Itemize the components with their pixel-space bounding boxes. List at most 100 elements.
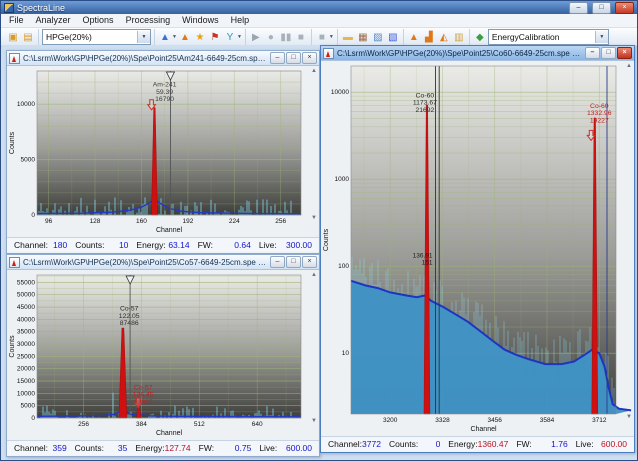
spectrum-plot-am241[interactable]: Am-24159.3916790050001000096128160192224… — [7, 66, 319, 237]
y-tick-label: 100 — [338, 263, 349, 270]
peak-edit-icon[interactable]: ◭ — [437, 30, 451, 45]
window-close-button[interactable]: × — [617, 47, 632, 59]
spectrum-plot-co57[interactable]: Co-57122.0587486Co-57136.451082505000100… — [7, 270, 319, 440]
window-titlebar[interactable]: C:\Lsrm\Work\GP\HPGe(20%)\Spe\Point25\Am… — [7, 51, 319, 66]
notebook-icon[interactable]: ▧ — [386, 30, 400, 45]
status-value: 10 — [119, 240, 128, 250]
status-field: Channel:180 — [10, 240, 71, 250]
menu-item-processing[interactable]: Processing — [120, 14, 177, 27]
peak-search-icon[interactable]: ▲ — [178, 30, 192, 45]
spectrum-window-am241: C:\Lsrm\Work\GP\HPGe(20%)\Spe\Point25\Am… — [6, 50, 320, 254]
scroll-down-arrow[interactable]: ▼ — [626, 414, 632, 420]
window-close-button[interactable]: × — [302, 256, 317, 268]
y-tick-label: 0 — [31, 415, 35, 422]
toolbar-group: ▲▼▲★⚑Y▼ — [155, 29, 246, 45]
stop-all-icon-dropdown-arrow[interactable]: ▼ — [329, 34, 334, 40]
detector-combo-value: HPGe(20%) — [46, 32, 92, 42]
window-minimize-button[interactable]: – — [585, 47, 600, 59]
window-statusbar: Channel:359Counts:35Energy:127.74FW:0.75… — [7, 440, 319, 455]
scroll-down-arrow[interactable]: ▼ — [311, 215, 317, 221]
calibration-combo-dropdown-arrow[interactable]: ▼ — [595, 31, 608, 43]
window-titlebar[interactable]: C:\Lsrm\Work\GP\HPGe(20%)\Spe\Point25\Co… — [7, 255, 319, 270]
efficiency-calibration-icon[interactable]: ▲ — [158, 30, 172, 45]
status-value: 3772 — [362, 439, 381, 449]
menu-item-options[interactable]: Options — [77, 14, 120, 27]
status-label: FW: — [198, 240, 213, 250]
y-tick-label: 5000 — [21, 403, 36, 410]
window-maximize-button[interactable]: □ — [286, 52, 301, 64]
start-acquisition-icon[interactable]: ▶ — [249, 30, 263, 45]
y-tick-label: 10000 — [331, 89, 349, 96]
status-value: 35 — [118, 443, 127, 453]
spectrum-window-co60: C:\Lsrm\Work\GP\HPGe(20%)\Spe\Point25\Co… — [320, 45, 635, 453]
app-maximize-button[interactable]: □ — [592, 2, 611, 14]
spectrum-window-icon[interactable]: ▥ — [452, 30, 466, 45]
window-cascade-icon[interactable]: ▣ — [6, 30, 20, 45]
toolbar-group: HPGe(20%) ▼ — [39, 29, 155, 45]
svg-text:Co-60: Co-60 — [416, 92, 435, 99]
status-label: Live: — [259, 443, 277, 453]
stop-acquisition-icon[interactable]: ■ — [294, 30, 308, 45]
status-field: FW:0.64 — [194, 240, 255, 250]
x-tick-label: 256 — [78, 421, 89, 428]
svg-text:Co-57: Co-57 — [120, 306, 139, 313]
y-tick-label: 55000 — [17, 279, 35, 286]
window-close-button[interactable]: × — [302, 52, 317, 64]
peak-area-icon[interactable]: ▟ — [422, 30, 436, 45]
xy-scale-icon[interactable]: Y — [223, 30, 237, 45]
nuclide-flag-icon[interactable]: ⚑ — [208, 30, 222, 45]
status-field: Live:300.00 — [255, 240, 316, 250]
y-axis-label: Counts — [323, 228, 330, 251]
spectrum-plot-co60[interactable]: 136.91151Co-601173.6721692Co-601332.9619… — [321, 61, 634, 436]
status-field: Energy:127.74 — [131, 443, 194, 453]
efficiency-calibration-icon-dropdown-arrow[interactable]: ▼ — [172, 34, 177, 40]
calibration-combo[interactable]: EnergyCalibration▼ — [488, 29, 609, 45]
status-value: 600.00 — [601, 439, 627, 449]
app-titlebar[interactable]: SpectraLine – □ × — [1, 1, 637, 14]
svg-text:1173.67: 1173.67 — [413, 100, 437, 107]
window-titlebar[interactable]: C:\Lsrm\Work\GP\HPGe(20%)\Spe\Point25\Co… — [321, 46, 634, 61]
y-tick-label: 35000 — [17, 329, 35, 336]
peak-fit-icon[interactable]: ▲ — [407, 30, 421, 45]
scroll-down-arrow[interactable]: ▼ — [311, 418, 317, 424]
y-tick-label: 40000 — [17, 316, 35, 323]
detector-combo[interactable]: HPGe(20%) ▼ — [42, 29, 151, 45]
window-minimize-button[interactable]: – — [270, 256, 285, 268]
peak-star-icon[interactable]: ★ — [193, 30, 207, 45]
app-close-button[interactable]: × — [615, 2, 634, 14]
spectrum-file-icon — [9, 257, 20, 268]
spectrum-file-icon — [9, 53, 20, 64]
window-maximize-button[interactable]: □ — [601, 47, 616, 59]
menu-item-analyzer[interactable]: Analyzer — [30, 14, 77, 27]
window-maximize-button[interactable]: □ — [286, 256, 301, 268]
report-icon[interactable]: ▨ — [371, 30, 385, 45]
menu-item-file[interactable]: File — [3, 14, 30, 27]
spectra-table-icon[interactable]: ▤ — [21, 30, 35, 45]
scroll-up-arrow[interactable]: ▲ — [311, 272, 317, 278]
record-acquisition-icon[interactable]: ● — [264, 30, 278, 45]
x-tick-label: 3200 — [383, 417, 398, 424]
scroll-up-arrow[interactable]: ▲ — [626, 63, 632, 69]
x-tick-label: 3456 — [487, 417, 502, 424]
pause-acquisition-icon[interactable]: ▮▮ — [279, 30, 293, 45]
window-minimize-button[interactable]: – — [270, 52, 285, 64]
open-spectrum-icon[interactable]: ▬ — [341, 30, 355, 45]
save-spectrum-icon[interactable]: ▦ — [356, 30, 370, 45]
menu-item-help[interactable]: Help — [225, 14, 256, 27]
y-tick-label: 10000 — [17, 101, 35, 108]
app-minimize-button[interactable]: – — [569, 2, 588, 14]
xy-scale-icon-dropdown-arrow[interactable]: ▼ — [237, 34, 242, 40]
scroll-up-arrow[interactable]: ▲ — [311, 68, 317, 74]
spectrum-canvas[interactable]: Co-57122.0587486Co-57136.451082505000100… — [7, 270, 317, 440]
menu-item-windows[interactable]: Windows — [176, 14, 225, 27]
detector-combo-dropdown-arrow[interactable]: ▼ — [137, 31, 150, 43]
svg-text:87486: 87486 — [120, 320, 139, 327]
x-tick-label: 256 — [275, 218, 286, 225]
svg-text:136.45: 136.45 — [133, 392, 154, 399]
energy-calibration-icon[interactable]: ◆ — [473, 30, 487, 45]
y-tick-label: 50000 — [17, 292, 35, 299]
stop-all-icon[interactable]: ■ — [315, 30, 329, 45]
spectrum-canvas[interactable]: Am-24159.3916790050001000096128160192224… — [7, 66, 317, 237]
mdi-client-area: C:\Lsrm\Work\GP\HPGe(20%)\Spe\Point25\Am… — [2, 45, 636, 459]
spectrum-canvas[interactable]: 136.91151Co-601173.6721692Co-601332.9619… — [321, 61, 632, 436]
